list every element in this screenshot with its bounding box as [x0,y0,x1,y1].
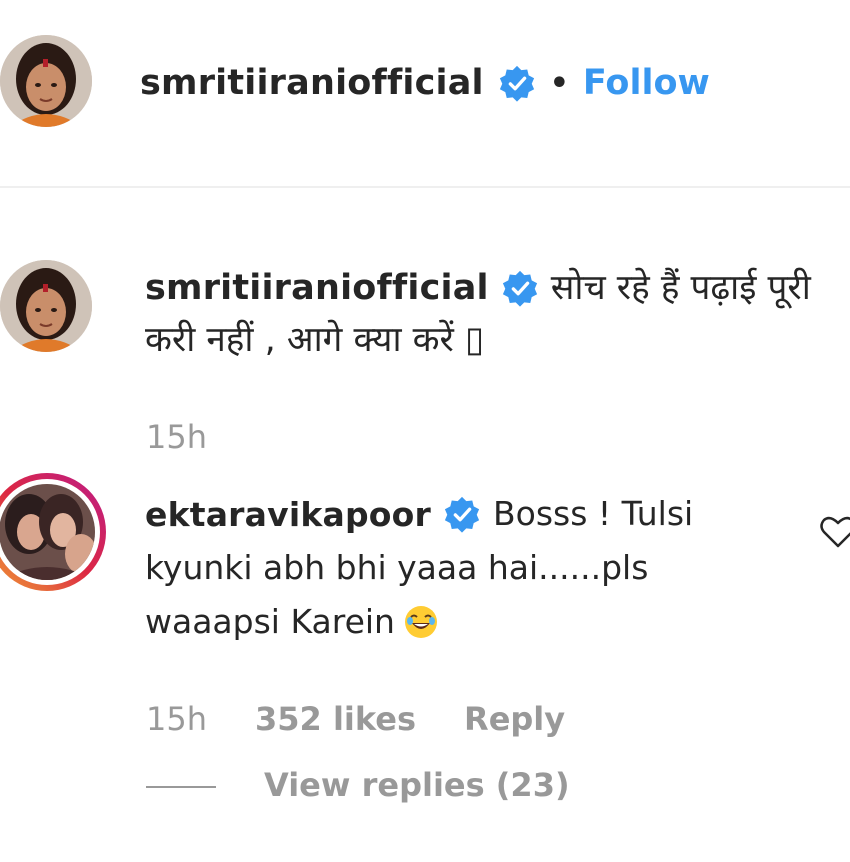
comment-avatar [0,484,95,580]
header-avatar[interactable] [0,35,92,127]
view-replies-line [146,786,216,788]
reply-button[interactable]: Reply [464,700,565,738]
comment-username[interactable]: ektaravikapoor [145,495,431,534]
comment-text-line1: Bosss ! Tulsi [493,494,694,533]
heart-outline-icon[interactable] [818,512,850,552]
caption-line1: smritiiraniofficial सोच रहे हैं पढ़ाई पू… [145,262,811,314]
comment-avatar-ring-inner [0,479,100,585]
comment-likes-count[interactable]: 352 likes [255,700,416,738]
comment-line1: ektaravikapoor Bosss ! Tulsi [145,487,693,541]
comment-timestamp[interactable]: 15h [146,700,207,738]
verified-badge-icon [444,496,480,533]
header-divider [0,186,850,188]
laughing-emoji-icon [403,604,439,640]
comment-line3: waaapsi Karein [145,595,439,649]
caption-username[interactable]: smritiiraniofficial [145,268,489,308]
comment-meta-row: 15h 352 likes Reply [146,700,565,738]
header-username[interactable]: smritiiraniofficial [140,63,484,103]
follow-button[interactable]: Follow [583,63,710,103]
header-separator: • [549,65,569,101]
comment-avatar-ring[interactable] [0,473,106,591]
verified-badge-icon [499,65,534,102]
caption-avatar[interactable] [0,260,92,352]
caption-timestamp[interactable]: 15h [146,418,207,456]
caption-text-line1: सोच रहे हैं पढ़ाई पूरी [550,268,811,308]
verified-badge-icon [502,270,537,307]
header-user-row: smritiiraniofficial • Follow [140,58,710,108]
comment-text-line2: kyunki abh bhi yaaa hai......pls [145,548,649,587]
comment-text-line3: waaapsi Karein [145,602,395,641]
view-replies-button[interactable]: View replies (23) [264,766,570,804]
caption-text-line2: करी नहीं , आगे क्या करें ▯ [145,320,485,360]
